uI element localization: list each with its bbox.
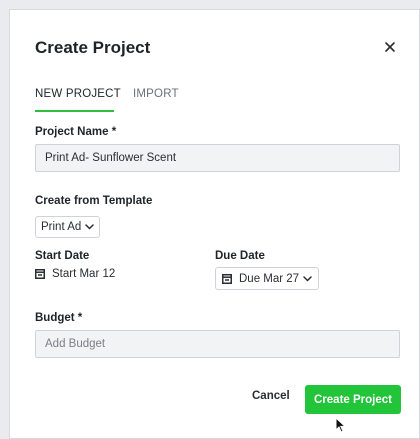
calendar-end-icon: [222, 273, 232, 284]
mouse-cursor-icon: [335, 416, 347, 438]
budget-label: Budget *: [35, 312, 83, 324]
calendar-start-icon: [35, 269, 45, 279]
template-selected: Print Ad: [41, 221, 82, 233]
create-project-button[interactable]: Create Project: [305, 385, 401, 414]
project-name-input[interactable]: [35, 144, 400, 172]
project-name-label: Project Name *: [35, 126, 117, 138]
active-tab-underline: [35, 110, 114, 112]
tab-bar: NEW PROJECT IMPORT: [35, 86, 235, 120]
due-date-label: Due Date: [215, 250, 265, 262]
create-project-dialog: Create Project NEW PROJECT IMPORT Projec…: [9, 9, 420, 439]
tab-new-project[interactable]: NEW PROJECT: [35, 88, 121, 100]
budget-input[interactable]: [35, 330, 400, 358]
cancel-button[interactable]: Cancel: [252, 390, 290, 402]
due-date-picker[interactable]: Due Mar 27: [215, 267, 320, 290]
due-date-value: Due Mar 27: [239, 272, 300, 285]
tab-import[interactable]: IMPORT: [133, 88, 179, 100]
chevron-down-icon: [303, 275, 312, 282]
close-icon[interactable]: [382, 39, 398, 55]
start-date-value: Start Mar 12: [52, 268, 116, 280]
chevron-down-icon: [85, 224, 95, 230]
start-date-picker[interactable]: Start Mar 12: [35, 268, 115, 280]
start-date-label: Start Date: [35, 250, 90, 262]
template-label: Create from Template: [35, 195, 153, 207]
dialog-title: Create Project: [35, 38, 151, 57]
template-dropdown[interactable]: Print Ad: [35, 216, 101, 238]
